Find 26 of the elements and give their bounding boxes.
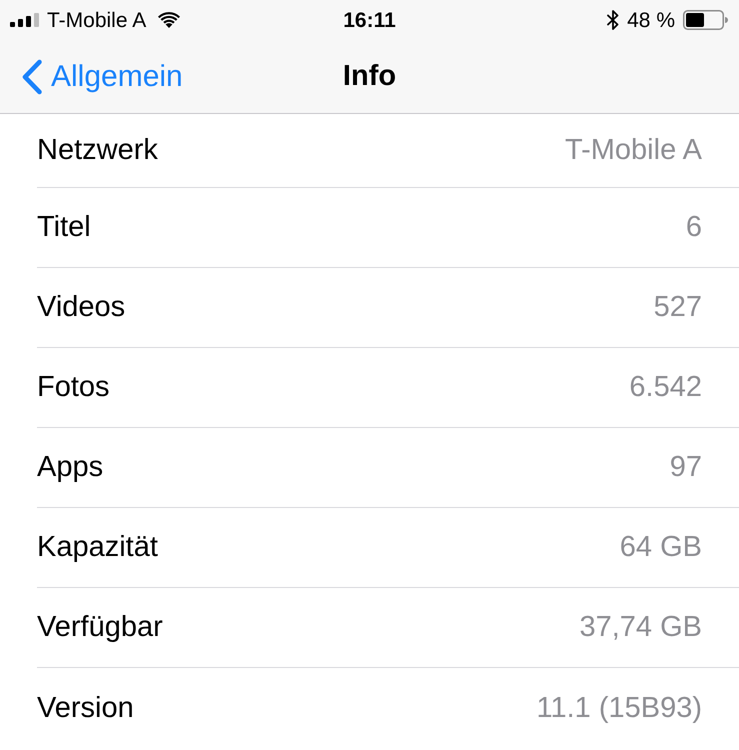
wifi-icon <box>158 12 180 28</box>
row-label: Apps <box>37 453 104 482</box>
row-label: Verfügbar <box>37 613 163 642</box>
row-value: 97 <box>670 453 702 482</box>
row-value: 37,74 GB <box>579 613 702 642</box>
back-chevron-icon <box>21 58 43 94</box>
battery-percentage: 48 % <box>627 10 675 30</box>
row-label: Netzwerk <box>37 136 158 165</box>
signal-bars-icon <box>10 13 39 27</box>
back-button[interactable]: Allgemein <box>21 58 183 94</box>
row-label: Fotos <box>37 373 110 402</box>
carrier-name: T-Mobile A <box>47 10 146 30</box>
row-value: 11.1 (15B93) <box>536 694 702 722</box>
bluetooth-icon <box>607 10 620 30</box>
row-label: Kapazität <box>37 533 158 562</box>
nav-title: Info <box>342 62 396 91</box>
row-value: 6 <box>686 213 702 242</box>
row-value: T-Mobile A <box>565 136 702 165</box>
row-value: 64 GB <box>620 533 702 562</box>
row-label: Videos <box>37 293 126 322</box>
row-label: Version <box>37 694 134 722</box>
row-value: 6.542 <box>629 373 702 402</box>
status-time: 16:11 <box>343 10 396 30</box>
battery-icon <box>683 10 728 30</box>
row-value: 527 <box>654 293 702 322</box>
row-label: Titel <box>37 213 91 242</box>
